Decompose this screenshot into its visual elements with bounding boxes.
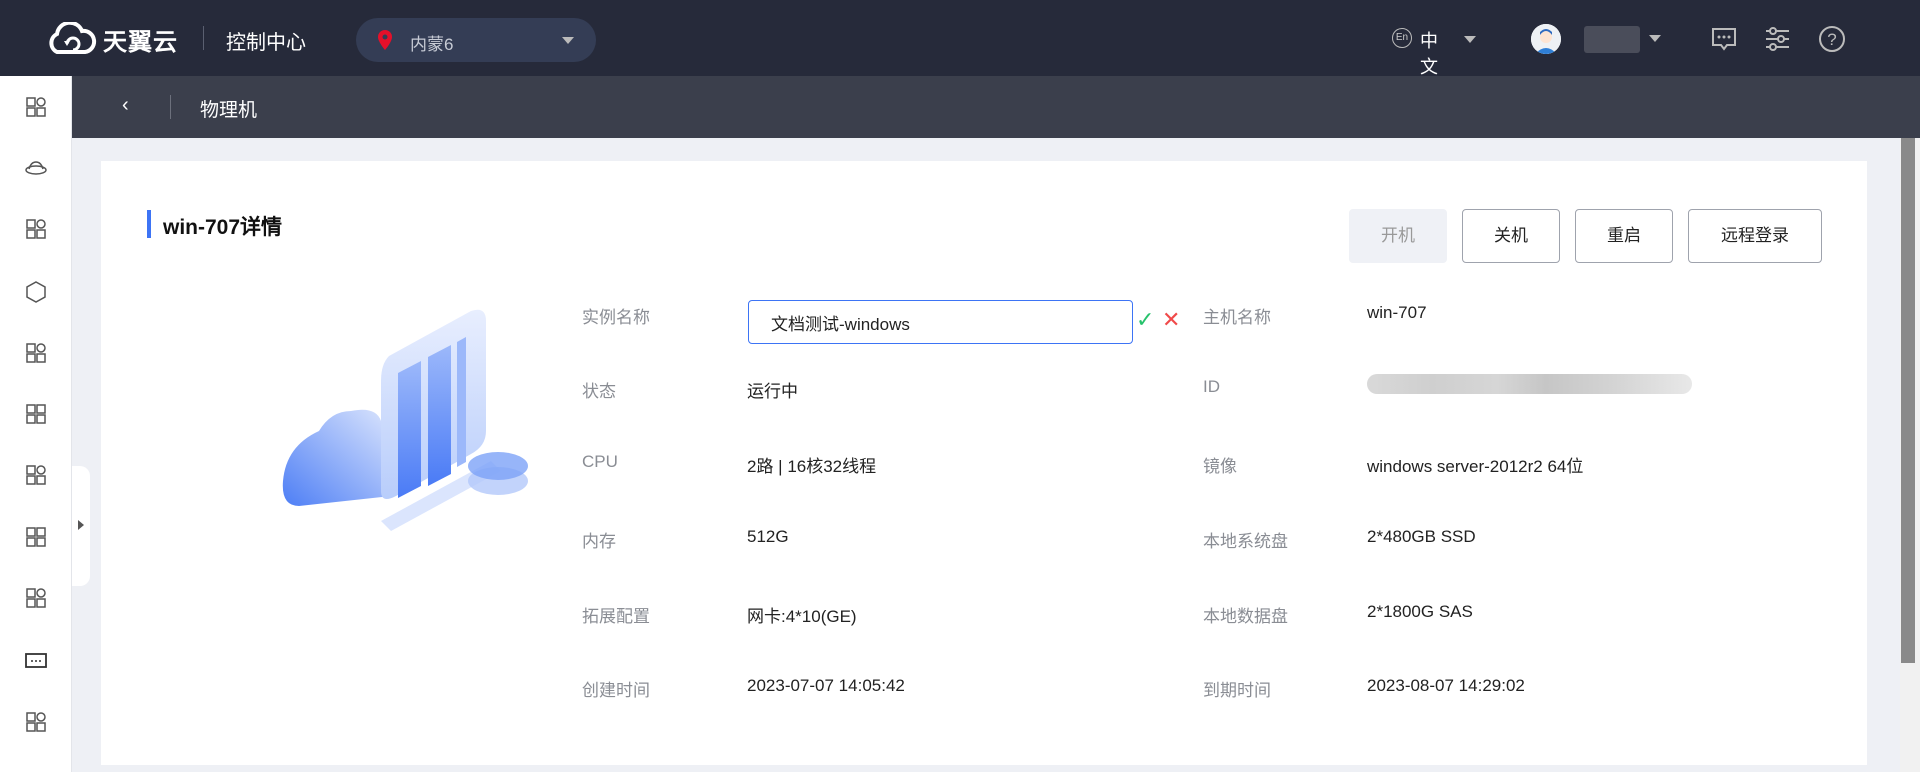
detail-card: win-707详情 开机 关机 重启 远程登录 实例名称状态 运行中 CPU 2路 |… — [101, 161, 1867, 765]
restart-button[interactable]: 重启 — [1575, 209, 1673, 263]
chevron-down-icon — [1464, 36, 1476, 43]
scrollbar-thumb[interactable] — [1901, 138, 1915, 663]
divider — [203, 26, 204, 50]
field-value: win-707 — [1367, 303, 1427, 322]
divider — [170, 95, 171, 119]
language-icon: En — [1392, 28, 1412, 48]
server-illustration — [282, 309, 528, 531]
instance-name-input[interactable] — [748, 300, 1133, 344]
field-label: 实例名称 — [582, 308, 650, 327]
page-header: ‹ 物理机 — [72, 76, 1920, 138]
hexagon-cluster-icon[interactable] — [22, 708, 50, 736]
back-button[interactable]: ‹ — [122, 94, 129, 117]
field-label: 拓展配置 — [582, 607, 650, 626]
topology-icon[interactable] — [22, 523, 50, 551]
title-accent-bar — [147, 210, 151, 238]
field-label: ID — [1203, 377, 1220, 396]
field-value: 2*1800G SAS — [1367, 602, 1473, 621]
cancel-close-icon[interactable]: ✕ — [1162, 307, 1180, 333]
field-value: 2*480GB SSD — [1367, 527, 1476, 546]
username-redacted[interactable] — [1584, 26, 1640, 53]
field-label: 状态 — [582, 382, 616, 401]
field-label: 到期时间 — [1203, 681, 1271, 700]
field-label: 内存 — [582, 532, 616, 551]
terminal-icon[interactable] — [22, 646, 50, 674]
location-pin-icon — [378, 30, 392, 50]
field-label: 镜像 — [1203, 457, 1237, 476]
field-label: 本地系统盘 — [1203, 532, 1288, 551]
chevron-down-icon — [562, 37, 574, 44]
field-value: 2023-08-07 14:29:02 — [1367, 676, 1525, 695]
page-title: 物理机 — [200, 100, 258, 121]
scrollbar[interactable] — [1900, 138, 1920, 772]
avatar[interactable] — [1531, 24, 1561, 54]
language-label: 中文 — [1420, 31, 1438, 77]
field-value: 运行中 — [747, 382, 798, 401]
field-label: CPU — [582, 452, 618, 471]
confirm-check-icon[interactable]: ✓ — [1136, 307, 1154, 333]
field-value: 2023-07-07 14:05:42 — [747, 676, 905, 695]
field-value: 网卡:4*10(GE) — [747, 607, 857, 626]
message-icon[interactable] — [1709, 24, 1739, 54]
sidebar-expand-toggle[interactable] — [72, 466, 90, 586]
caret-right-icon — [78, 520, 84, 530]
brand-logo[interactable]: 天翼云 — [103, 22, 178, 57]
svg-text:?: ? — [1827, 30, 1836, 49]
user-menu-chevron-icon[interactable] — [1649, 35, 1661, 42]
cloud-storage-icon[interactable] — [22, 154, 50, 182]
vpc-icon[interactable] — [22, 461, 50, 489]
hexagon-layers-icon[interactable] — [22, 278, 50, 306]
field-value: 512G — [747, 527, 789, 546]
field-value: windows server-2012r2 64位 — [1367, 457, 1584, 476]
console-title[interactable]: 控制中心 — [226, 26, 306, 55]
field-value: 2路 | 16核32线程 — [747, 457, 877, 476]
cloud-logo-icon — [49, 22, 97, 54]
region-selector[interactable]: 内蒙6 — [356, 18, 596, 62]
region-name: 内蒙6 — [410, 35, 454, 54]
remote-login-button[interactable]: 远程登录 — [1688, 209, 1822, 263]
field-label: 主机名称 — [1203, 308, 1271, 327]
shutdown-button[interactable]: 关机 — [1462, 209, 1560, 263]
detail-title: win-707详情 — [163, 216, 283, 239]
id-value-redacted — [1367, 374, 1692, 394]
top-navigation-bar: 天翼云 控制中心 内蒙6 En 中文 ? — [0, 0, 1920, 77]
start-button[interactable]: 开机 — [1349, 209, 1447, 263]
database-network-icon[interactable] — [22, 339, 50, 367]
cloud-monitor-icon[interactable] — [22, 215, 50, 243]
chat-icon[interactable] — [22, 584, 50, 612]
settings-sliders-icon[interactable] — [1763, 24, 1793, 54]
field-label: 本地数据盘 — [1203, 607, 1288, 626]
dashboard-icon[interactable] — [22, 93, 50, 121]
help-icon[interactable]: ? — [1817, 24, 1847, 54]
grid-apps-icon[interactable] — [22, 400, 50, 428]
field-label: 创建时间 — [582, 681, 650, 700]
